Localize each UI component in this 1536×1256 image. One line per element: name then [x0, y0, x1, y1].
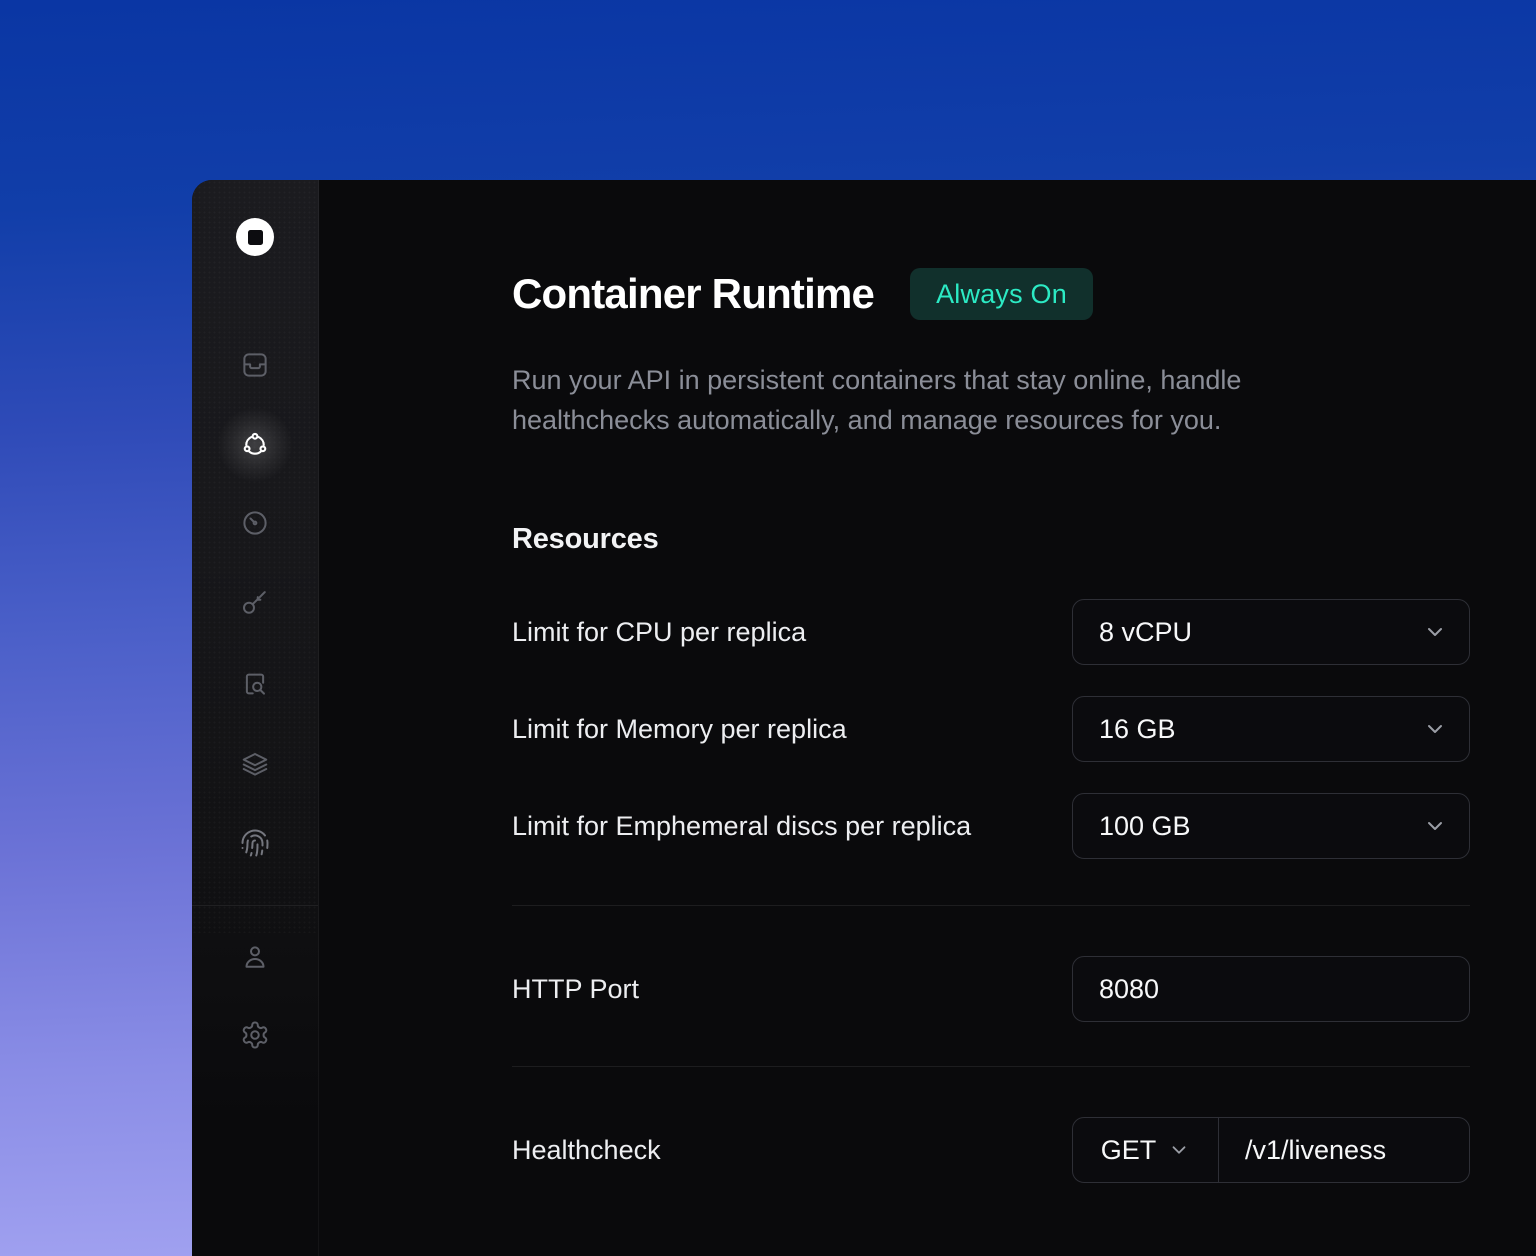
- disc-limit-label: Limit for Emphemeral discs per replica: [512, 811, 971, 842]
- page-header: Container Runtime Always On: [512, 268, 1470, 320]
- gauge-icon: [240, 508, 270, 538]
- chevron-down-icon: [1423, 620, 1447, 644]
- sidebar-item-containers[interactable]: [229, 419, 281, 471]
- healthcheck-path-input[interactable]: [1219, 1118, 1469, 1182]
- healthcheck-row: Healthcheck GET: [512, 1117, 1470, 1183]
- cpu-limit-label: Limit for CPU per replica: [512, 617, 806, 648]
- gear-icon: [240, 1020, 270, 1050]
- share-nodes-icon: [240, 430, 270, 460]
- layers-icon: [240, 748, 270, 778]
- fingerprint-icon: [240, 828, 270, 858]
- sidebar-item-inbox[interactable]: [229, 339, 281, 391]
- disc-limit-value: 100 GB: [1099, 811, 1191, 842]
- sidebar: [192, 180, 319, 1256]
- disc-limit-row: Limit for Emphemeral discs per replica 1…: [512, 793, 1470, 859]
- cpu-limit-row: Limit for CPU per replica 8 vCPU: [512, 599, 1470, 665]
- http-port-label: HTTP Port: [512, 974, 639, 1005]
- section-divider: [512, 1066, 1470, 1067]
- memory-limit-row: Limit for Memory per replica 16 GB: [512, 696, 1470, 762]
- sidebar-item-identity[interactable]: [229, 817, 281, 869]
- chevron-down-icon: [1423, 717, 1447, 741]
- sidebar-item-settings[interactable]: [229, 1009, 281, 1061]
- memory-limit-label: Limit for Memory per replica: [512, 714, 847, 745]
- sidebar-item-stacks[interactable]: [229, 737, 281, 789]
- healthcheck-method-value: GET: [1101, 1135, 1157, 1166]
- memory-limit-value: 16 GB: [1099, 714, 1176, 745]
- page-description: Run your API in persistent containers th…: [512, 360, 1324, 440]
- file-search-icon: [240, 669, 270, 699]
- sidebar-item-logs[interactable]: [229, 658, 281, 710]
- disc-limit-select[interactable]: 100 GB: [1072, 793, 1470, 859]
- main-content: Container Runtime Always On Run your API…: [319, 180, 1536, 1256]
- status-badge: Always On: [910, 268, 1093, 320]
- user-icon: [240, 942, 270, 972]
- logo-square-icon: [248, 230, 263, 245]
- sidebar-item-metrics[interactable]: [229, 497, 281, 549]
- section-divider: [512, 905, 1470, 906]
- memory-limit-select[interactable]: 16 GB: [1072, 696, 1470, 762]
- resources-heading: Resources: [512, 523, 1470, 556]
- chevron-down-icon: [1168, 1139, 1190, 1161]
- chevron-down-icon: [1423, 814, 1447, 838]
- app-window: Container Runtime Always On Run your API…: [192, 180, 1536, 1256]
- inbox-icon: [240, 350, 270, 380]
- healthcheck-method-select[interactable]: GET: [1073, 1118, 1219, 1182]
- healthcheck-label: Healthcheck: [512, 1135, 661, 1166]
- healthcheck-control: GET: [1072, 1117, 1470, 1183]
- sidebar-item-account[interactable]: [229, 931, 281, 983]
- page-title: Container Runtime: [512, 268, 874, 320]
- http-port-row: HTTP Port: [512, 956, 1470, 1022]
- cpu-limit-value: 8 vCPU: [1099, 617, 1192, 648]
- sidebar-divider: [192, 905, 318, 906]
- app-logo[interactable]: [236, 218, 274, 256]
- cpu-limit-select[interactable]: 8 vCPU: [1072, 599, 1470, 665]
- key-icon: [240, 588, 270, 618]
- http-port-input[interactable]: [1072, 956, 1470, 1022]
- sidebar-item-keys[interactable]: [229, 577, 281, 629]
